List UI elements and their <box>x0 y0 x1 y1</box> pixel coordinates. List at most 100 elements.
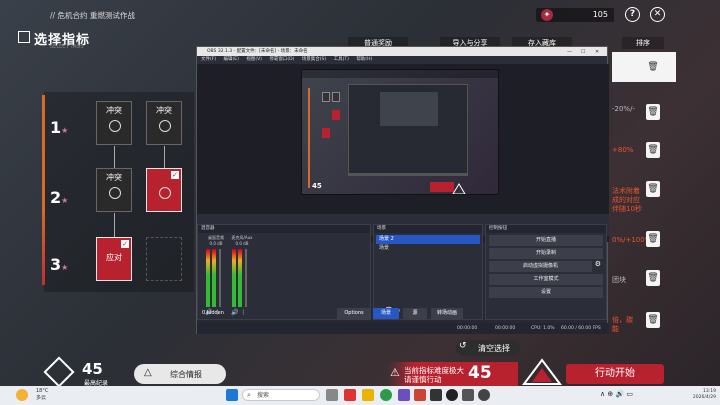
clear-selection-label: 清空选择 <box>478 344 510 353</box>
volume-slider[interactable] <box>219 249 221 307</box>
tag-effect-text: 伴随10秒 <box>612 205 642 213</box>
trash-icon[interactable]: 🗑 <box>646 181 660 197</box>
studio-mode-button[interactable]: 工作室模式 <box>489 274 603 285</box>
tag-card[interactable]: 冲突 <box>96 101 132 145</box>
empty-slot <box>146 237 182 281</box>
cpu-usage: CPU: 1.0% <box>531 326 555 331</box>
currency-icon: ✦ <box>541 9 553 21</box>
start-icon[interactable] <box>226 389 238 401</box>
back-icon[interactable] <box>18 31 30 43</box>
mixer-channel-db: 0.0 dB <box>235 241 249 246</box>
taskbar-search[interactable]: ⌕ 搜索 <box>242 389 320 401</box>
audio-meter <box>212 249 216 307</box>
folder-icon[interactable] <box>362 389 374 401</box>
audio-meter <box>206 249 210 307</box>
app-icon[interactable] <box>430 389 442 401</box>
tree-connector <box>114 213 115 237</box>
clear-selection-button[interactable]: ↺ 清空选择 <box>456 340 520 356</box>
forbidden-icon <box>159 120 171 132</box>
row-1-number: 1★ <box>50 118 69 137</box>
obs-window[interactable]: OBS 32.1.3 - 配置文件：[未命名] - 场景：未命名 — ☐ ✕ 文… <box>196 46 609 334</box>
start-virtualcam-button[interactable]: 启动虚拟摄像机 <box>489 261 592 272</box>
obs-title: OBS 32.1.3 - 配置文件：[未命名] - 场景：未命名 <box>207 49 308 54</box>
app-icon[interactable] <box>398 389 410 401</box>
volume-slider[interactable] <box>245 249 247 307</box>
obs-preview-area[interactable]: 45 未选择源 ⚙ 属性 ◧ 滤镜 <box>197 64 609 242</box>
app-icon[interactable] <box>478 389 490 401</box>
fps-readout: 60.00 / 60.00 FPS <box>561 326 601 331</box>
tag-card[interactable]: 冲突 <box>96 168 132 212</box>
start-operation-button[interactable]: 行动开始 <box>566 364 664 384</box>
trash-icon[interactable]: 🗑 <box>646 270 660 286</box>
help-icon[interactable]: ? <box>625 7 640 22</box>
intel-button[interactable]: △ 综合情报 <box>134 364 226 384</box>
trash-icon[interactable]: 🗑 <box>646 231 660 247</box>
app-icon[interactable] <box>414 389 426 401</box>
menu-view[interactable]: 视图(V) <box>246 57 262 62</box>
scenes-dock-title: 场景 <box>374 225 482 233</box>
obs-icon[interactable] <box>446 389 458 401</box>
close-window-icon[interactable]: ✕ <box>595 48 599 57</box>
minimize-icon[interactable]: — <box>567 48 572 57</box>
currency-value: 105 <box>592 10 608 19</box>
settings-button[interactable]: 设置 <box>489 287 603 298</box>
clear-icon: ↺ <box>459 341 467 351</box>
tray-icons[interactable]: ∧ ⊕ 🔊 ▭ <box>600 390 633 398</box>
tag-card-selected[interactable]: ✓ 应对 <box>96 237 132 281</box>
windows-taskbar: 18°C 多云 ⌕ 搜索 ∧ ⊕ 🔊 ▭ 13:19 2026/4/29 <box>0 386 720 405</box>
row-3-number: 3★ <box>50 255 69 274</box>
tag-icon <box>159 187 171 199</box>
tab-sort[interactable]: 排序 <box>622 37 664 49</box>
weather-widget[interactable]: 18°C 多云 <box>36 388 48 402</box>
tree-connector <box>114 146 115 168</box>
start-streaming-button[interactable]: 开始直播 <box>489 235 603 246</box>
scene-item-selected[interactable]: 场景 2 <box>376 235 480 244</box>
warning-icon: ⚠ <box>390 366 400 379</box>
menu-help[interactable]: 帮助(H) <box>356 57 372 62</box>
virtualcam-gear-icon[interactable]: ⚙ <box>595 260 601 268</box>
app-icon[interactable] <box>462 389 474 401</box>
menu-tools[interactable]: 工具(T) <box>334 57 349 62</box>
intel-label: 综合情报 <box>170 370 202 379</box>
tag-effect-text: 能 <box>612 325 619 333</box>
mixer-dock-title: 混音器 <box>198 225 370 233</box>
taskview-icon[interactable] <box>326 389 338 401</box>
tag-card[interactable]: 冲突 <box>146 101 182 145</box>
audio-mixer-dock: 混音器 桌面音频 0.0 dB 🔊 ⋮ 麦克风/Aux 0.0 dB 🔊 ⋮ <box>197 224 371 320</box>
close-icon[interactable]: ✕ <box>650 7 665 22</box>
trash-icon[interactable]: 🗑 <box>646 104 660 120</box>
crisis-logo <box>522 358 562 386</box>
tag-effect-text: 团块 <box>612 276 626 284</box>
audio-meter <box>232 249 236 307</box>
menu-file[interactable]: 文件(F) <box>201 57 216 62</box>
level-bar <box>42 95 45 285</box>
obs-preview: 45 <box>301 69 499 195</box>
menu-scene-collection[interactable]: 场景集合(S) <box>302 57 326 62</box>
obs-menubar: 文件(F) 编辑(E) 视图(V) 停靠窗口(D) 场景集合(S) 工具(T) … <box>197 56 607 64</box>
taskbar-clock[interactable]: 13:19 2026/4/29 <box>680 389 716 401</box>
audio-meter <box>238 249 242 307</box>
trash-icon[interactable]: 🗑 <box>646 59 660 75</box>
trash-icon[interactable]: 🗑 <box>646 142 660 158</box>
trash-icon[interactable]: 🗑 <box>646 312 660 328</box>
menu-docks[interactable]: 停靠窗口(D) <box>269 57 294 62</box>
hidden-sources-count: 0 hidden <box>202 310 224 316</box>
tree-connector <box>164 146 165 168</box>
game-screen: // 危机合约 重燃测试作战 选择指标 SELECT TAGS ✦ 105 ? … <box>0 0 720 405</box>
forbidden-icon <box>109 120 121 132</box>
weather-icon[interactable] <box>16 389 28 401</box>
dock-tab-scenes[interactable]: 场景 <box>373 308 399 319</box>
tag-effect-text: +80% <box>612 146 634 154</box>
maximize-icon[interactable]: ☐ <box>581 48 585 57</box>
dock-tab-sources[interactable]: 源 <box>403 308 427 319</box>
menu-edit[interactable]: 编辑(E) <box>224 57 239 62</box>
dock-tab-transitions[interactable]: 转场动画 <box>431 308 463 319</box>
start-recording-button[interactable]: 开始录制 <box>489 248 603 259</box>
record-time: 00:00:00 <box>495 326 516 331</box>
scene-item[interactable]: 场景 <box>374 244 482 253</box>
tag-card-selected[interactable]: ✓ <box>146 168 182 212</box>
app-icon[interactable] <box>344 389 356 401</box>
options-button[interactable]: Options <box>337 308 371 319</box>
tag-list-item[interactable] <box>612 52 676 82</box>
chrome-icon[interactable] <box>380 389 392 401</box>
